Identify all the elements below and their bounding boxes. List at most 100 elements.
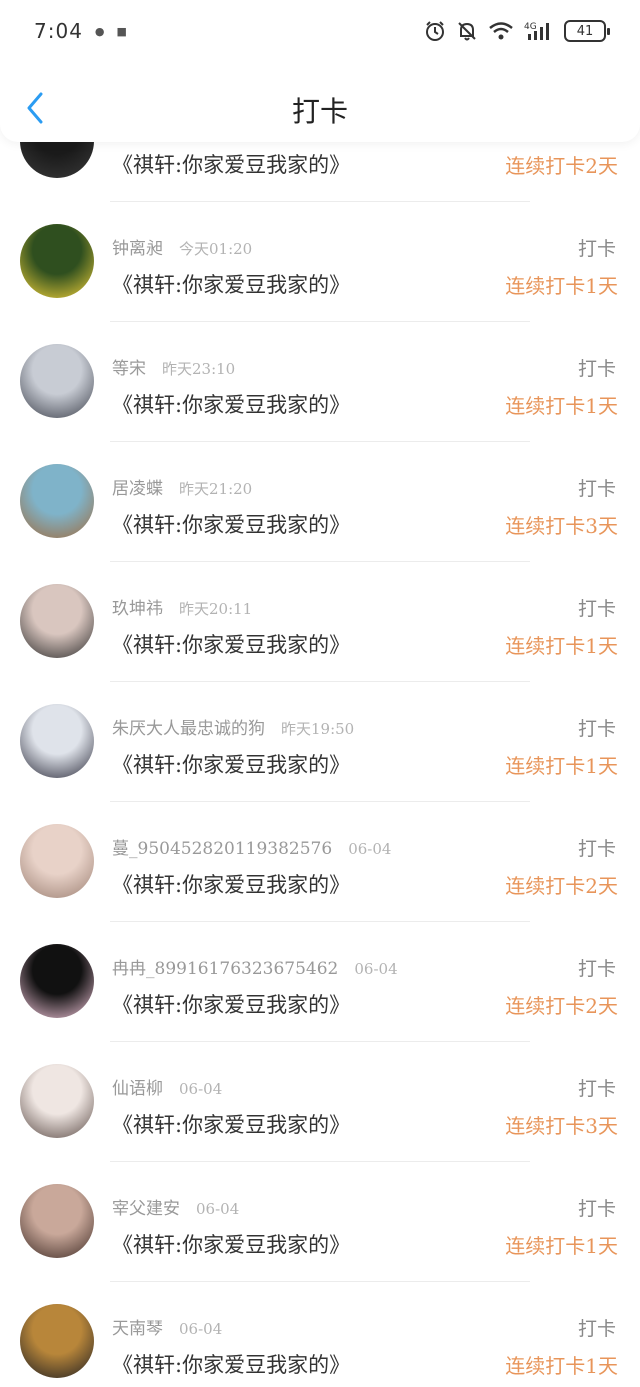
checkin-label: 打卡 bbox=[577, 1078, 616, 1100]
streak-badge: 连续打卡1天 bbox=[505, 754, 618, 778]
checkin-label: 打卡 bbox=[577, 1318, 616, 1340]
notification-icon: ● bbox=[94, 24, 105, 38]
username-text[interactable]: 仙语柳 bbox=[112, 1079, 163, 1099]
streak-badge: 连续打卡2天 bbox=[505, 994, 618, 1018]
avatar[interactable] bbox=[20, 1184, 94, 1258]
streak-badge: 连续打卡3天 bbox=[505, 514, 618, 538]
list-item[interactable]: 玖坤祎 昨天20:11 《祺轩:你家爱豆我家的》 打卡连续打卡1天 bbox=[0, 562, 640, 682]
streak-badge: 连续打卡1天 bbox=[505, 1354, 618, 1378]
list-item[interactable]: 蔓_950452820119382576 06-04 《祺轩:你家爱豆我家的》 打卡连… bbox=[0, 802, 640, 922]
avatar[interactable] bbox=[20, 584, 94, 658]
checkin-message: 《祺轩:你家爱豆我家的》 bbox=[112, 393, 351, 417]
checkin-label: 打卡 bbox=[577, 478, 616, 500]
username-text[interactable]: 朱厌大人最忠诚的狗 bbox=[112, 719, 265, 739]
list-item[interactable]: 钟离昶 今天01:20 《祺轩:你家爱豆我家的》 打卡连续打卡1天 bbox=[0, 202, 640, 322]
streak-badge: 连续打卡2天 bbox=[505, 154, 618, 178]
list-item[interactable]: 宰父建安 06-04 《祺轩:你家爱豆我家的》 打卡连续打卡1天 bbox=[0, 1162, 640, 1282]
avatar[interactable] bbox=[20, 142, 94, 178]
checkin-message: 《祺轩:你家爱豆我家的》 bbox=[112, 993, 351, 1017]
username-text[interactable]: 玖坤祎 bbox=[112, 599, 163, 619]
checkin-list[interactable]: 《祺轩:你家爱豆我家的》 连续打卡2天 钟离昶 今天01:20 《祺轩:你家爱豆我家的》… bbox=[0, 142, 640, 1387]
checkin-message: 《祺轩:你家爱豆我家的》 bbox=[112, 753, 351, 777]
avatar[interactable] bbox=[20, 944, 94, 1018]
checkin-message: 《祺轩:你家爱豆我家的》 bbox=[112, 873, 351, 897]
timestamp: 06-04 bbox=[348, 840, 392, 858]
username[interactable]: 等宋 昨天23:10 bbox=[112, 354, 235, 379]
checkin-label: 打卡 bbox=[577, 718, 616, 740]
mute-icon bbox=[456, 20, 478, 42]
streak-badge: 连续打卡1天 bbox=[505, 634, 618, 658]
username-text[interactable]: 冉冉_89916176323675462 bbox=[112, 959, 338, 979]
timestamp: 06-04 bbox=[179, 1080, 223, 1098]
alarm-icon bbox=[424, 20, 446, 42]
list-item[interactable]: 等宋 昨天23:10 《祺轩:你家爱豆我家的》 打卡连续打卡1天 bbox=[0, 322, 640, 442]
timestamp: 昨天20:11 bbox=[179, 600, 253, 618]
list-item[interactable]: 朱厌大人最忠诚的狗 昨天19:50 《祺轩:你家爱豆我家的》 打卡连续打卡1天 bbox=[0, 682, 640, 802]
avatar[interactable] bbox=[20, 704, 94, 778]
username[interactable]: 玖坤祎 昨天20:11 bbox=[112, 594, 252, 619]
timestamp: 06-04 bbox=[179, 1320, 223, 1338]
username-text[interactable]: 天南琴 bbox=[112, 1319, 163, 1339]
username[interactable]: 宰父建安 06-04 bbox=[112, 1194, 239, 1219]
checkin-message: 《祺轩:你家爱豆我家的》 bbox=[112, 1233, 351, 1257]
username[interactable]: 钟离昶 今天01:20 bbox=[112, 234, 252, 259]
checkin-label: 打卡 bbox=[577, 958, 616, 980]
streak-badge: 连续打卡1天 bbox=[505, 1234, 618, 1258]
username-text[interactable]: 居凌蝶 bbox=[112, 479, 163, 499]
username-text[interactable]: 蔓_950452820119382576 bbox=[112, 839, 332, 859]
status-bar: 7:04 ● ■ 4G 41 bbox=[0, 0, 640, 62]
4g-signal-icon: 4G bbox=[524, 20, 554, 42]
page-title: 打卡 bbox=[291, 95, 348, 128]
username-text[interactable]: 等宋 bbox=[112, 359, 146, 379]
list-item[interactable]: 冉冉_89916176323675462 06-04 《祺轩:你家爱豆我家的》 打卡连… bbox=[0, 922, 640, 1042]
checkin-message: 《祺轩:你家爱豆我家的》 bbox=[112, 153, 351, 177]
avatar[interactable] bbox=[20, 344, 94, 418]
battery-level: 41 bbox=[576, 23, 594, 39]
streak-badge: 连续打卡1天 bbox=[505, 274, 618, 298]
checkin-list-inner: 《祺轩:你家爱豆我家的》 连续打卡2天 钟离昶 今天01:20 《祺轩:你家爱豆我家的》… bbox=[0, 142, 640, 1387]
list-item[interactable]: 《祺轩:你家爱豆我家的》 连续打卡2天 bbox=[0, 142, 640, 202]
timestamp: 06-04 bbox=[196, 1200, 240, 1218]
battery-icon: 41 bbox=[564, 20, 610, 42]
checkin-message: 《祺轩:你家爱豆我家的》 bbox=[112, 633, 351, 657]
checkin-label: 打卡 bbox=[577, 238, 616, 260]
streak-badge: 连续打卡1天 bbox=[505, 394, 618, 418]
status-left: 7:04 ● ■ bbox=[34, 19, 127, 43]
avatar[interactable] bbox=[20, 824, 94, 898]
checkin-label: 打卡 bbox=[577, 358, 616, 380]
avatar[interactable] bbox=[20, 1064, 94, 1138]
list-item[interactable]: 天南琴 06-04 《祺轩:你家爱豆我家的》 打卡连续打卡1天 bbox=[0, 1282, 640, 1387]
timestamp: 今天01:20 bbox=[179, 240, 253, 258]
list-item[interactable]: 仙语柳 06-04 《祺轩:你家爱豆我家的》 打卡连续打卡3天 bbox=[0, 1042, 640, 1162]
header: 打卡 bbox=[0, 62, 640, 142]
list-item[interactable]: 居凌蝶 昨天21:20 《祺轩:你家爱豆我家的》 打卡连续打卡3天 bbox=[0, 442, 640, 562]
checkin-message: 《祺轩:你家爱豆我家的》 bbox=[112, 513, 351, 537]
username[interactable]: 仙语柳 06-04 bbox=[112, 1074, 222, 1099]
checkin-label: 打卡 bbox=[577, 1198, 616, 1220]
avatar[interactable] bbox=[20, 224, 94, 298]
username[interactable]: 居凌蝶 昨天21:20 bbox=[112, 474, 252, 499]
username[interactable]: 天南琴 06-04 bbox=[112, 1314, 222, 1339]
wifi-icon bbox=[488, 20, 514, 42]
username[interactable]: 蔓_950452820119382576 06-04 bbox=[112, 834, 391, 859]
username-text[interactable]: 钟离昶 bbox=[112, 239, 163, 259]
username[interactable]: 朱厌大人最忠诚的狗 昨天19:50 bbox=[112, 714, 354, 739]
timestamp: 昨天23:10 bbox=[162, 360, 236, 378]
streak-badge: 连续打卡2天 bbox=[505, 874, 618, 898]
checkin-message: 《祺轩:你家爱豆我家的》 bbox=[112, 273, 351, 297]
username-text[interactable]: 宰父建安 bbox=[112, 1199, 180, 1219]
status-time: 7:04 bbox=[34, 19, 83, 43]
streak-badge: 连续打卡3天 bbox=[505, 1114, 618, 1138]
timestamp: 昨天21:20 bbox=[179, 480, 253, 498]
sim-icon: ■ bbox=[116, 24, 127, 38]
checkin-label: 打卡 bbox=[577, 598, 616, 620]
avatar[interactable] bbox=[20, 464, 94, 538]
timestamp: 昨天19:50 bbox=[281, 720, 355, 738]
svg-text:4G: 4G bbox=[524, 22, 537, 32]
checkin-label: 打卡 bbox=[577, 838, 616, 860]
checkin-message: 《祺轩:你家爱豆我家的》 bbox=[112, 1353, 351, 1377]
username[interactable]: 冉冉_89916176323675462 06-04 bbox=[112, 954, 398, 979]
status-right: 4G 41 bbox=[424, 20, 610, 42]
checkin-message: 《祺轩:你家爱豆我家的》 bbox=[112, 1113, 351, 1137]
avatar[interactable] bbox=[20, 1304, 94, 1378]
